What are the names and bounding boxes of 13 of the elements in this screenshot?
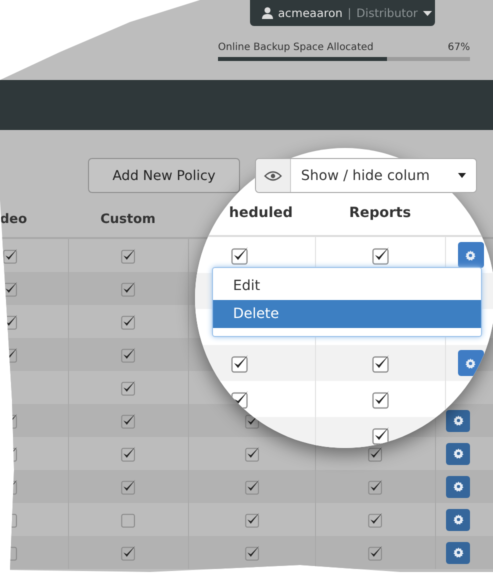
storage-label: Online Backup Space Allocated — [218, 42, 374, 53]
column-header[interactable]: Custom — [68, 212, 188, 237]
column-header[interactable]: Reports — [315, 205, 445, 235]
column-header[interactable]: deo — [0, 212, 68, 237]
storage-percent: 67% — [448, 42, 470, 53]
column-header[interactable]: heduled — [195, 205, 315, 235]
username: acmeaaron — [278, 6, 343, 20]
column-toggle-dropdown[interactable]: Show / hide colum — [255, 158, 477, 193]
add-policy-button[interactable]: Add New Policy — [88, 158, 240, 193]
menu-item[interactable]: Delete — [213, 300, 481, 328]
user-role: Distributor — [356, 6, 418, 20]
separator: | — [348, 6, 352, 20]
user-menu[interactable]: acmeaaron | Distributor — [250, 0, 435, 26]
